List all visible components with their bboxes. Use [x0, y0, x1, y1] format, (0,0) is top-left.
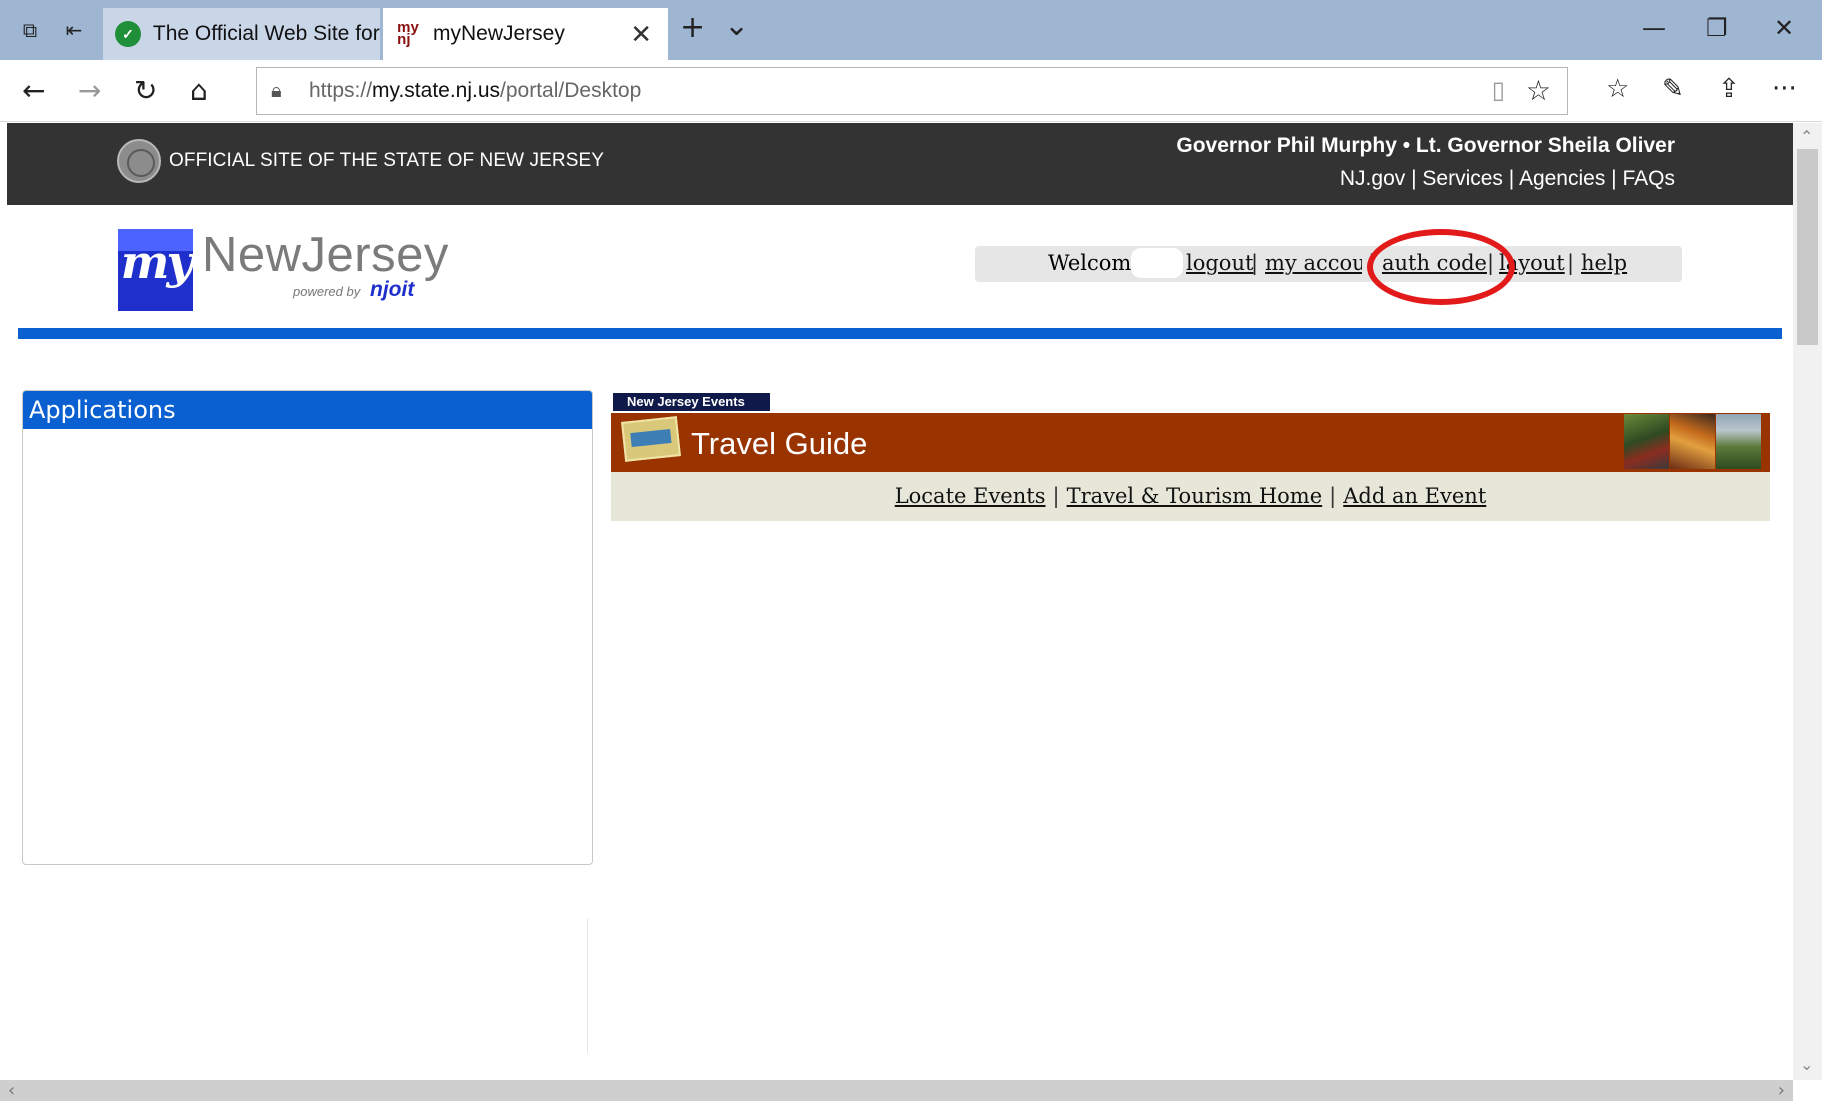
address-toolbar: ← → ↻ ⌂ 🔒︎ https://my.state.nj.us/portal…: [0, 60, 1822, 122]
minimize-icon[interactable]: —: [1642, 14, 1666, 42]
tab-title: myNewJersey: [433, 22, 565, 45]
url-text: https://my.state.nj.us/portal/Desktop: [309, 79, 642, 102]
new-tab-icon[interactable]: +: [680, 10, 705, 45]
scroll-up-icon[interactable]: ⌃: [1800, 127, 1813, 146]
tab-mynewjersey[interactable]: my nj myNewJersey ✕: [383, 8, 668, 60]
favorite-star-icon[interactable]: ☆: [1526, 74, 1551, 107]
applications-panel: Applications: [22, 390, 593, 865]
logo-wordmark: NewJersey: [202, 228, 449, 282]
lock-icon: 🔒︎: [271, 78, 282, 102]
vertical-scrollbar[interactable]: ⌃ ⌄: [1793, 123, 1822, 1080]
scroll-down-icon[interactable]: ⌄: [1800, 1055, 1813, 1074]
logo-njoit: njoit: [370, 278, 415, 301]
nj-seal-icon: [117, 139, 161, 183]
scroll-thumb[interactable]: [1797, 149, 1818, 345]
banner-photo: [1716, 414, 1761, 469]
mynewjersey-logo[interactable]: my NewJersey powered by njoit: [118, 227, 448, 313]
separator: |: [1508, 167, 1515, 190]
close-tab-icon[interactable]: ✕: [630, 20, 652, 50]
red-highlight-annotation: [1367, 229, 1515, 305]
web-notes-icon[interactable]: ✎: [1662, 74, 1684, 104]
travel-tourism-home-link[interactable]: Travel & Tourism Home: [1067, 484, 1323, 508]
username-redacted: [1131, 248, 1183, 278]
events-tab-label: New Jersey Events: [613, 393, 770, 411]
tab-actions-icon[interactable]: ⧉: [18, 18, 42, 42]
link-agencies[interactable]: Agencies: [1519, 167, 1605, 190]
separator: |: [1052, 484, 1060, 508]
restore-icon[interactable]: ❐: [1706, 14, 1728, 42]
tab-list-chevron-icon[interactable]: ⌄: [724, 8, 749, 43]
link-services[interactable]: Services: [1422, 167, 1503, 190]
separator: |: [1411, 167, 1417, 190]
logout-link[interactable]: logout: [1186, 251, 1253, 275]
applications-lower-area: [18, 918, 588, 1053]
page-viewport: OFFICIAL SITE OF THE STATE OF NEW JERSEY…: [7, 123, 1793, 1080]
horizontal-scrollbar[interactable]: ‹ ›: [0, 1080, 1793, 1101]
nj-state-icon: ✓: [115, 21, 141, 47]
user-bar: Welcome logout | my account | auth code …: [975, 246, 1682, 282]
separator: |: [1251, 251, 1259, 275]
link-faqs[interactable]: FAQs: [1622, 167, 1675, 190]
travel-guide-icon: [621, 416, 681, 462]
reading-view-icon[interactable]: ▯: [1492, 76, 1505, 104]
header-divider: [18, 328, 1782, 339]
help-link[interactable]: help: [1581, 251, 1627, 275]
travel-guide-title: Travel Guide: [691, 426, 868, 461]
gov-links: NJ.gov | Services | Agencies | FAQs: [1340, 167, 1675, 191]
favorites-icon[interactable]: ☆: [1606, 74, 1629, 104]
tab-title: The Official Web Site for The State of N…: [152, 22, 380, 45]
more-icon[interactable]: ···: [1772, 74, 1797, 104]
close-window-icon[interactable]: ✕: [1774, 14, 1794, 42]
logo-my-mark: my: [118, 229, 193, 311]
scroll-right-icon[interactable]: ›: [1778, 1080, 1785, 1101]
mynj-icon: my nj: [397, 19, 419, 48]
government-header: OFFICIAL SITE OF THE STATE OF NEW JERSEY…: [7, 123, 1793, 205]
locate-events-link[interactable]: Locate Events: [895, 484, 1046, 508]
logo-powered-by: powered by: [293, 284, 361, 299]
separator: |: [1567, 251, 1575, 275]
banner-photo: [1624, 414, 1669, 469]
add-event-link[interactable]: Add an Event: [1343, 484, 1486, 508]
set-tabs-aside-icon[interactable]: ⇤: [62, 18, 86, 42]
governor-line: Governor Phil Murphy • Lt. Governor Shei…: [1176, 134, 1675, 157]
travel-guide-banner: Travel Guide: [611, 413, 1770, 472]
travel-links-bar: Locate Events | Travel & Tourism Home | Add …: [611, 472, 1770, 521]
forward-icon[interactable]: →: [78, 74, 101, 107]
home-icon[interactable]: ⌂: [190, 74, 208, 107]
back-icon[interactable]: ←: [22, 74, 45, 107]
separator: |: [1611, 167, 1617, 190]
scroll-left-icon[interactable]: ‹: [8, 1080, 15, 1101]
separator: |: [1329, 484, 1337, 508]
refresh-icon[interactable]: ↻: [134, 74, 157, 107]
url-field[interactable]: 🔒︎ https://my.state.nj.us/portal/Desktop…: [256, 67, 1568, 115]
my-account-link[interactable]: my account: [1265, 251, 1362, 275]
welcome-label: Welcome: [1048, 251, 1144, 275]
link-nj-gov[interactable]: NJ.gov: [1340, 167, 1405, 190]
banner-photo: [1670, 414, 1715, 469]
applications-header: Applications: [23, 391, 592, 429]
tab-nj-official[interactable]: ✓ The Official Web Site for The State of…: [103, 8, 380, 60]
official-site-label: OFFICIAL SITE OF THE STATE OF NEW JERSEY: [169, 150, 605, 171]
share-icon[interactable]: ⇪: [1718, 74, 1740, 104]
browser-tab-bar: ⧉ ⇤ ✓ The Official Web Site for The Stat…: [0, 0, 1822, 60]
